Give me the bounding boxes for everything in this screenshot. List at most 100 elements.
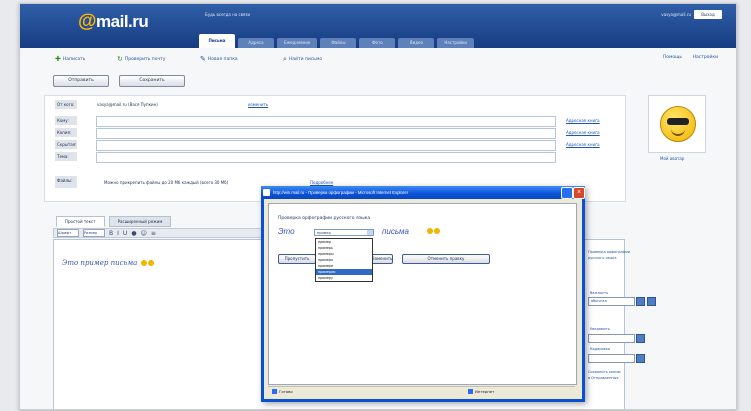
compose-icon: ✚	[55, 55, 61, 63]
refresh-icon: ↻	[117, 55, 123, 63]
encoding-dropdown-icon[interactable]	[636, 354, 645, 363]
tab-plain-text[interactable]: Простой текст	[56, 216, 105, 227]
attach-label: Файлы:	[55, 176, 77, 188]
mailru-logo[interactable]: @mail.ru	[78, 11, 149, 33]
tab-video[interactable]: Видео	[398, 38, 435, 48]
editor-toolbar: Шрифт Размер B I U ● ☺ ≡	[53, 228, 273, 238]
action-buttons: Отправить Сохранить	[53, 75, 185, 87]
smiley-icon	[147, 260, 154, 266]
settings-link[interactable]: Настройки	[693, 55, 718, 60]
align-icon[interactable]: ≡	[151, 230, 156, 237]
suggestion-list: пример примерь примеры примера примере п…	[315, 238, 373, 282]
send-button[interactable]: Отправить	[53, 75, 109, 87]
bold-icon[interactable]: B	[109, 230, 113, 237]
tab-addresses[interactable]: Адреса	[238, 38, 274, 48]
dialog-titlebar[interactable]: http://win.mail.ru - Проверка орфографии…	[261, 186, 585, 199]
ie-icon	[263, 189, 270, 196]
header-bar: @mail.ru Будь всегда на связи vasya@mail…	[20, 4, 736, 48]
size-select[interactable]: Размер	[83, 229, 105, 237]
minimize-icon[interactable]	[561, 187, 573, 199]
to-addressbook-link[interactable]: Адресная книга	[566, 118, 600, 123]
priority-select[interactable]: обычная	[588, 297, 635, 306]
smiley-icon[interactable]: ☺	[141, 230, 147, 237]
smiley-sunglasses-icon	[660, 106, 696, 142]
editor-mode-tabs: Простой текст Расширенный режим	[56, 216, 172, 227]
encoding-select[interactable]	[588, 354, 635, 363]
replace-button[interactable]: Заменить	[371, 254, 393, 264]
to-input[interactable]	[96, 116, 556, 127]
tab-settings[interactable]: Настройки	[437, 38, 475, 48]
status-done: Готово	[272, 389, 293, 394]
search-mail-link[interactable]: ⌕ Найти письмо	[283, 55, 322, 64]
avatar-caption-link[interactable]: Мой аватар	[660, 156, 684, 161]
cc-label: Копия:	[55, 128, 77, 137]
user-email: vasya@mail.ru	[661, 12, 691, 17]
priority-label: Важность	[590, 291, 609, 295]
attach-hint: Можно прикрепить файлы до 20 Мб каждый (…	[104, 180, 229, 185]
tab-letters[interactable]: Письма	[199, 34, 235, 48]
smile	[671, 129, 685, 136]
main-tabs: Письма Адреса Ежедневник Файлы Фото Виде…	[199, 32, 475, 48]
notify-label: Уведомить	[590, 327, 610, 331]
underline-icon[interactable]: U	[123, 230, 127, 237]
color-icon[interactable]: ●	[131, 230, 136, 237]
italic-icon[interactable]: I	[117, 230, 119, 237]
save-copy-label[interactable]: Сохранить копию	[588, 370, 621, 374]
help-link[interactable]: Помощь	[663, 55, 682, 60]
subject-label: Тема:	[55, 152, 77, 161]
header-slogan: Будь всегда на связи	[205, 12, 251, 17]
suggestion-select[interactable]: пример	[314, 229, 374, 236]
cc-addressbook-link[interactable]: Адресная книга	[566, 130, 600, 135]
message-body-text: Это пример письма	[62, 259, 154, 267]
status-zone: Интернет	[468, 389, 494, 394]
priority-dropdown-icon[interactable]	[636, 297, 645, 306]
tab-files[interactable]: Файлы	[320, 38, 357, 48]
dialog-heading: Проверка орфографии русского языка	[278, 216, 371, 221]
page-icon	[272, 389, 277, 394]
encoding-label: Кодировка	[590, 347, 611, 351]
from-label: От кого:	[55, 100, 77, 109]
attach-more-link[interactable]: Подробнее	[310, 180, 333, 185]
avatar[interactable]	[648, 95, 706, 153]
sunglasses	[667, 118, 689, 125]
mail-toolbar: ✚ Написать ↻ Проверить почту ✎ Новая папка …	[55, 55, 718, 65]
tab-calendar[interactable]: Ежедневник	[277, 38, 318, 48]
from-value: vasya@mail.ru (Вася Пупкин)	[97, 102, 158, 107]
tab-photo[interactable]: Фото	[359, 38, 396, 48]
spellcheck-dialog: http://win.mail.ru - Проверка орфографии…	[261, 186, 585, 402]
dialog-statusbar: Готово Интернет	[268, 386, 575, 397]
smiley-icon	[140, 260, 147, 266]
spell-hint-line2[interactable]: русского языка	[588, 256, 616, 260]
search-icon: ⌕	[283, 55, 287, 63]
bcc-addressbook-link[interactable]: Адресная книга	[566, 142, 600, 147]
from-edit-link[interactable]: изменить	[248, 102, 268, 107]
suggestion-option[interactable]: примеру	[316, 275, 372, 281]
globe-icon	[468, 389, 473, 394]
font-select[interactable]: Шрифт	[57, 229, 79, 237]
bcc-input[interactable]	[96, 140, 556, 151]
to-label: Кому:	[55, 116, 77, 125]
notify-checkbox[interactable]	[636, 334, 645, 343]
ignore-button[interactable]: Пропустить	[278, 254, 316, 264]
check-mail-link[interactable]: ↻ Проверить почту	[117, 55, 165, 63]
in-sent-label: в Отправленных	[588, 376, 619, 380]
new-folder-link[interactable]: ✎ Новая папка	[200, 55, 238, 63]
chevron-down-icon[interactable]	[367, 230, 373, 235]
pen-icon: ✎	[200, 55, 206, 63]
tab-rich-text[interactable]: Расширенный режим	[108, 216, 172, 227]
bcc-label: Скрытая:	[55, 140, 77, 149]
smiley-icon	[426, 228, 440, 235]
priority-help-icon[interactable]	[647, 297, 656, 306]
notify-select[interactable]	[588, 334, 635, 343]
dialog-text-after: письма	[382, 227, 409, 236]
save-draft-button[interactable]: Сохранить	[119, 75, 185, 87]
exit-button[interactable]: Выход	[694, 10, 722, 19]
dialog-text-before: Это	[278, 227, 295, 236]
compose-link[interactable]: ✚ Написать	[55, 55, 85, 63]
cc-input[interactable]	[96, 128, 556, 139]
undo-edit-button[interactable]: Отменить правку	[402, 254, 490, 264]
close-icon[interactable]: ×	[573, 187, 585, 199]
subject-input[interactable]	[96, 152, 556, 163]
spell-hint-line1[interactable]: Проверка орфографии	[588, 250, 630, 254]
dialog-title: http://win.mail.ru - Проверка орфографии…	[273, 190, 409, 195]
